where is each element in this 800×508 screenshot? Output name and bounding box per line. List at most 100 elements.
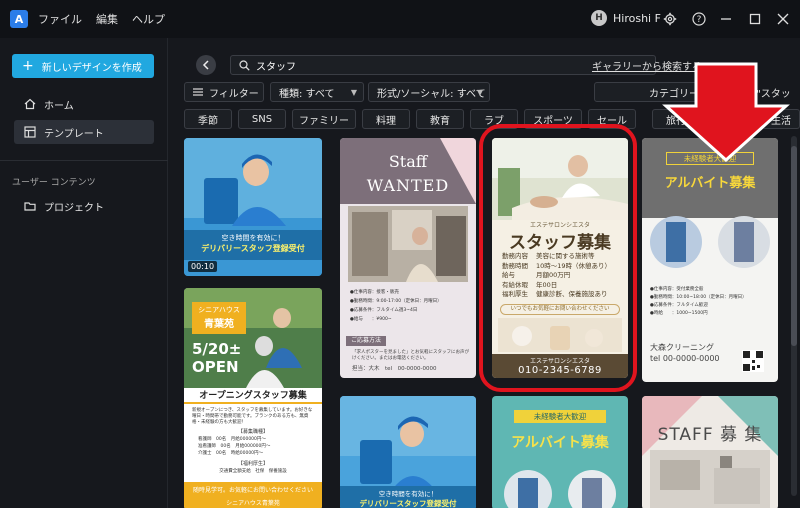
senior-body: 新規オープンにつき、スタッフを募集しています。お好きな曜日・時間帯で勤務可能です… [192,408,313,425]
filter-button[interactable]: フィルター [184,82,264,102]
cleaning-detail-2: ●勤務時間：10:00~18:00（定休日：月曜日） [650,295,747,300]
cleaning-detail-4: ●時給 ：1000~1500円 [650,311,708,316]
filter-icon [193,88,203,96]
wanted-photo [348,206,468,282]
scrollbar[interactable] [791,136,797,496]
cleaning-detail-1: ●仕事内容：受付業務全般 [650,287,704,292]
cleaning-name: 大森クリーニング [650,343,714,352]
wanted-details: ●仕事内容：接客・販売 ●勤務時間：9:00-17:00（定休日：月曜日） ●応… [350,288,470,324]
cleaning-detail-3: ●応募条件：フルタイム歓迎 [650,303,708,308]
annotation-highlight [479,124,637,392]
wanted-detail-2: ●勤務時間：9:00-17:00（定休日：月曜日） [350,299,442,304]
help-icon[interactable]: ? [689,9,709,29]
chevron-down-icon: ▼ [350,88,357,97]
gear-icon[interactable] [660,9,680,29]
close-icon[interactable] [773,9,793,29]
user-account[interactable]: H Hiroshi F [591,10,661,26]
sidebar-item-projects[interactable]: プロジェクト [14,194,154,218]
senior-rows: 看護師 00名 月給000000円～ 准看護師 00名 月給000000円～ 介… [198,436,318,457]
senior-row: 看護師 00名 月給000000円～ [198,437,266,442]
senior-date: 5/20± [192,340,242,358]
app-logo-icon: A [10,10,28,28]
sidebar-item-label: ホーム [44,100,74,112]
video-duration: 00:10 [188,261,218,272]
template-card-delivery-2[interactable]: 空き時間を有効に！ デリバリースタッフ登録受付 [340,396,476,508]
template-card-staff-boshu[interactable]: STAFF 募 集 [642,396,778,508]
new-design-label: 新しいデザインを作成 [41,62,142,74]
menu-file[interactable]: ファイル [38,11,82,27]
delivery-line2: デリバリースタッフ登録受付 [201,244,305,253]
menu-edit[interactable]: 編集 [96,11,118,27]
chip-sns[interactable]: SNS [238,109,286,129]
back-button[interactable] [196,55,216,75]
format-label: 形式/ソーシャル: すべて [377,88,486,100]
sidebar-item-home[interactable]: ホーム [14,92,154,116]
menu-bar: ファイル 編集 ヘルプ [38,11,165,27]
senior-sec2: 【福利厚生】 [237,461,268,467]
senior-name2: 青葉苑 [204,319,234,330]
sidebar-item-label: プロジェクト [44,202,104,214]
part-time2-badge: 未経験者大歓迎 [514,410,606,423]
wanted-title1: Staff [388,152,428,171]
wanted-apply-text: 「求人ポスターを見ました」とお気軽にスタッフにお声がけください。またはお電話くだ… [352,350,469,361]
cleaning-photos [650,216,770,268]
senior-row: 准看護師 00名 月給000000円～ [198,444,271,449]
wanted-detail-4: ●給与 ：¥900~ [350,317,392,322]
senior-name1: シニアハウス [198,306,240,314]
chip-cooking[interactable]: 料理 [362,109,410,129]
cleaning-tel: tel 00-0000-0000 [650,354,720,363]
senior-open: OPEN [192,358,239,376]
wanted-title2: WANTED [366,176,450,195]
avatar: H [591,10,607,26]
cleaning-title: アルバイト募集 [664,176,756,191]
chevron-down-icon: ▼ [476,88,483,97]
senior-footer: 随時見学可。お気軽にお問い合わせください シニアハウス青葉苑 [184,482,322,508]
cleaning-details: ●仕事内容：受付業務全般 ●勤務時間：10:00~18:00（定休日：月曜日） … [650,286,774,318]
template-card-senior[interactable]: シニアハウス 青葉苑 5/20± OPEN オープニングスタッフ募集 新規オープ… [184,288,322,508]
delivery-banner: 空き時間を有効に！ デリバリースタッフ登録受付 [184,230,322,260]
menu-help[interactable]: ヘルプ [132,11,165,27]
plus-icon: + [22,58,34,74]
maximize-icon[interactable] [745,9,765,29]
senior-row: 介護士 00名 時給00000円～ [198,451,264,456]
search-query: スタッフ [256,61,296,73]
senior-banner: オープニングスタッフ募集 [184,388,322,404]
wanted-contact: 担当：大木 tel 00-0000-0000 [352,366,437,372]
senior-benefits: 交通費全額支給 社保 保養施設 [219,469,287,474]
delivery-line1: 空き時間を有効に！ [221,234,285,242]
chip-family[interactable]: ファミリー [292,109,356,129]
sidebar: + 新しいデザインを作成 ホーム テンプレート ユーザー コンテンツ プロジェク… [0,38,168,508]
delivery2-line2: デリバリースタッフ登録受付 [359,499,457,508]
scrollbar-thumb[interactable] [791,146,797,346]
annotation-arrow-icon [662,62,790,162]
chip-season[interactable]: 季節 [184,109,232,129]
senior-bottom: 随時見学可。お気軽にお問い合わせください [192,487,313,494]
new-design-button[interactable]: + 新しいデザインを作成 [12,54,154,78]
senior-name-box: シニアハウス 青葉苑 [192,302,246,334]
chip-education[interactable]: 教育 [416,109,464,129]
svg-text:?: ? [697,15,702,25]
template-card-delivery[interactable]: 空き時間を有効に！ デリバリースタッフ登録受付 00:10 [184,138,322,276]
sidebar-item-label: テンプレート [44,128,104,140]
delivery2-line1: 空き時間を有効に！ [378,490,438,498]
staff-boshu-title: STAFF 募 集 [657,425,763,445]
senior-footer-name: シニアハウス青葉苑 [226,500,280,507]
template-card-staff-wanted[interactable]: Staff WANTED ●仕事内容：接客・販売 ●勤務時間：9:00-17:0… [340,138,476,378]
wanted-detail-3: ●応募条件：フルタイム週3~4日 [350,308,418,313]
type-label: 種類: すべて [279,88,335,100]
type-dropdown[interactable]: 種類: すべて ▼ [270,82,364,102]
sidebar-item-templates[interactable]: テンプレート [14,120,154,144]
main-content: スタッフ ギャラリーから検索する) フィルター 種類: すべて ▼ 形式/ソーシ… [168,38,800,508]
wanted-apply-head: ご応募方法 [346,336,386,346]
template-card-part-time-2[interactable]: 未経験者大歓迎 アルバイト募集 [492,396,628,508]
format-dropdown[interactable]: 形式/ソーシャル: すべて ▼ [368,82,490,102]
app-window: A ファイル 編集 ヘルプ H Hiroshi F ? + 新しいデザインを作成… [0,0,800,508]
template-icon [24,126,36,138]
minimize-icon[interactable] [716,9,736,29]
chevron-left-icon [202,60,209,70]
delivery2-banner: 空き時間を有効に！ デリバリースタッフ登録受付 [340,486,476,508]
filter-label: フィルター [209,88,259,100]
senior-sec1: 【募集職種】 [237,429,268,435]
sidebar-divider [0,160,168,161]
template-card-cleaning[interactable]: 未経験者大歓迎 アルバイト募集 ●仕事内容：受付業務全般 ●勤務時間：10:00… [642,138,778,382]
